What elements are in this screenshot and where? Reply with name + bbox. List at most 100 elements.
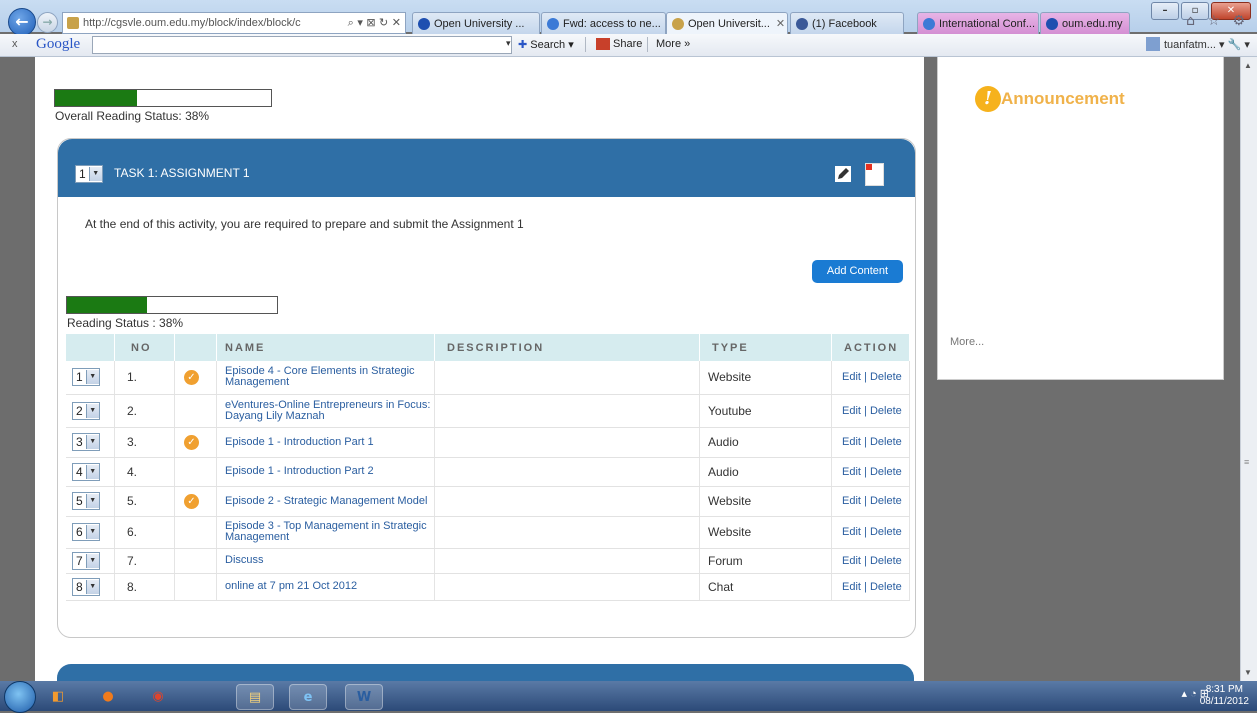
address-tools[interactable]: ⌕ ▾ ⊠ ↻ ✕ xyxy=(348,16,401,30)
edit-link[interactable]: Edit xyxy=(842,466,861,478)
content-link[interactable]: Episode 4 - Core Elements in Strategic M… xyxy=(225,366,434,388)
content-link[interactable]: Discuss xyxy=(225,555,434,566)
row-order-cell: 5 ▼ xyxy=(66,486,115,517)
search-dropdown-icon[interactable]: ▾ xyxy=(506,38,511,49)
browser-tab[interactable]: Open Universit... ✕ xyxy=(666,12,788,34)
explorer-folder-icon[interactable]: ▤ xyxy=(236,684,274,710)
edit-link[interactable]: Edit xyxy=(842,495,861,507)
browser-tab[interactable]: Open University ... xyxy=(412,12,540,34)
tab-label: Open University ... xyxy=(434,17,525,30)
browser-tab[interactable]: (1) Facebook xyxy=(790,12,904,34)
task-order-select[interactable]: 1 ▼ xyxy=(75,165,103,183)
user-menu[interactable]: tuanfatm... ▾ 🔧 ▾ xyxy=(1146,37,1250,51)
edit-link[interactable]: Edit xyxy=(842,581,861,593)
chevron-down-icon[interactable]: ▼ xyxy=(85,494,99,508)
home-favorites-tools-icons[interactable]: ⌂ ☆ ⚙ xyxy=(1186,13,1249,29)
row-order-select[interactable]: 2 ▼ xyxy=(72,401,100,420)
row-description xyxy=(434,573,700,601)
content-link[interactable]: Episode 2 - Strategic Management Model xyxy=(225,495,434,507)
tab-label: Fwd: access to ne... xyxy=(563,17,661,30)
internet-explorer-icon[interactable]: e xyxy=(289,684,327,710)
read-check-icon: ✓ xyxy=(184,435,199,450)
chevron-down-icon[interactable]: ▼ xyxy=(85,553,99,568)
row-order-select[interactable]: 6 ▼ xyxy=(72,523,100,541)
scroll-down-icon[interactable]: ▼ xyxy=(1244,668,1252,677)
toolbar-divider xyxy=(585,37,586,52)
row-order-value: 5 xyxy=(76,494,83,508)
vertical-scrollbar[interactable]: ▲ ≡ ▼ xyxy=(1240,57,1257,681)
content-link[interactable]: online at 7 pm 21 Oct 2012 xyxy=(225,581,434,592)
firefox-icon[interactable]: ● xyxy=(96,684,120,708)
row-no: 1. xyxy=(114,361,175,395)
chevron-down-icon[interactable]: ▼ xyxy=(85,464,99,479)
row-read-cell: ✓ xyxy=(174,427,217,458)
row-name-cell: eVentures-Online Entrepreneurs in Focus:… xyxy=(216,394,435,428)
browser-tab[interactable]: Fwd: access to ne... xyxy=(541,12,666,34)
more-button[interactable]: More » xyxy=(656,38,690,50)
chrome-icon[interactable]: ◉ xyxy=(146,684,170,708)
edit-link[interactable]: Edit xyxy=(842,371,861,383)
delete-link[interactable]: Delete xyxy=(870,466,902,478)
address-url[interactable]: http://cgsvle.oum.edu.my/block/index/blo… xyxy=(83,17,333,29)
media-player-icon[interactable]: ◧ xyxy=(46,684,70,708)
word-icon[interactable]: W xyxy=(345,684,383,710)
share-button[interactable]: Share xyxy=(596,38,642,51)
content-link[interactable]: eVentures-Online Entrepreneurs in Focus:… xyxy=(225,399,434,422)
chevron-down-icon[interactable]: ▼ xyxy=(85,403,99,418)
back-button[interactable]: ← xyxy=(8,8,36,36)
delete-link[interactable]: Delete xyxy=(870,526,902,538)
delete-link[interactable]: Delete xyxy=(870,581,902,593)
clock[interactable]: 8:31 PM 08/11/2012 xyxy=(1200,684,1249,708)
scroll-up-icon[interactable]: ▲ xyxy=(1244,61,1252,70)
close-tab-icon[interactable]: ✕ xyxy=(776,17,785,30)
edit-link[interactable]: Edit xyxy=(842,405,861,417)
scroll-grip-icon[interactable]: ≡ xyxy=(1244,457,1249,467)
chevron-down-icon[interactable]: ▼ xyxy=(85,370,99,385)
delete-link[interactable]: Delete xyxy=(870,371,902,383)
edit-link[interactable]: Edit xyxy=(842,555,861,567)
table-row: 1 ▼ 1. ✓ Episode 4 - Core Elements in Strate… xyxy=(66,361,910,395)
address-bar[interactable]: http://cgsvle.oum.edu.my/block/index/blo… xyxy=(62,12,406,34)
announcement-more-link[interactable]: More... xyxy=(950,336,984,348)
google-search-input[interactable] xyxy=(92,36,512,54)
edit-link[interactable]: Edit xyxy=(842,526,861,538)
table-row: 3 ▼ 3. ✓ Episode 1 - Introduction Part 1 Audi… xyxy=(66,427,910,458)
row-description xyxy=(434,361,700,395)
start-button[interactable] xyxy=(4,681,36,713)
edit-pencil-icon[interactable] xyxy=(834,165,852,183)
add-page-icon[interactable] xyxy=(865,163,884,186)
chevron-down-icon[interactable]: ▼ xyxy=(88,167,102,181)
content-link[interactable]: Episode 1 - Introduction Part 2 xyxy=(225,466,434,477)
add-content-button[interactable]: Add Content xyxy=(812,260,903,283)
row-description xyxy=(434,548,700,574)
close-toolbar-button[interactable]: x xyxy=(12,38,18,50)
chevron-down-icon[interactable]: ▼ xyxy=(85,579,99,594)
row-order-select[interactable]: 8 ▼ xyxy=(72,577,100,596)
delete-link[interactable]: Delete xyxy=(870,495,902,507)
overall-reading-status: Overall Reading Status: 38% xyxy=(55,109,210,123)
col-action-header: ACTION xyxy=(831,334,910,361)
delete-link[interactable]: Delete xyxy=(870,405,902,417)
row-order-select[interactable]: 7 ▼ xyxy=(72,551,100,570)
delete-link[interactable]: Delete xyxy=(870,436,902,448)
edit-link[interactable]: Edit xyxy=(842,436,861,448)
chevron-down-icon[interactable]: ▼ xyxy=(85,525,99,539)
forward-button[interactable]: → xyxy=(37,12,58,33)
browser-tab[interactable]: International Conf... xyxy=(917,12,1039,34)
search-button[interactable]: ✚ Search ▾ xyxy=(518,38,574,51)
row-order-select[interactable]: 3 ▼ xyxy=(72,433,100,451)
row-no: 2. xyxy=(114,394,175,428)
delete-link[interactable]: Delete xyxy=(870,555,902,567)
tab-favicon-icon xyxy=(796,17,808,30)
row-order-value: 7 xyxy=(76,553,83,568)
chevron-down-icon[interactable]: ▼ xyxy=(85,435,99,449)
task-title: TASK 1: ASSIGNMENT 1 xyxy=(114,166,250,180)
browser-tab[interactable]: oum.edu.my xyxy=(1040,12,1130,34)
tab-favicon-icon xyxy=(1046,17,1058,30)
row-order-select[interactable]: 5 ▼ xyxy=(72,492,100,510)
minimize-button[interactable]: – xyxy=(1151,2,1179,20)
content-link[interactable]: Episode 1 - Introduction Part 1 xyxy=(225,436,434,448)
content-link[interactable]: Episode 3 - Top Management in Strategic … xyxy=(225,521,434,543)
row-order-select[interactable]: 1 ▼ xyxy=(72,368,100,387)
row-order-select[interactable]: 4 ▼ xyxy=(72,462,100,481)
